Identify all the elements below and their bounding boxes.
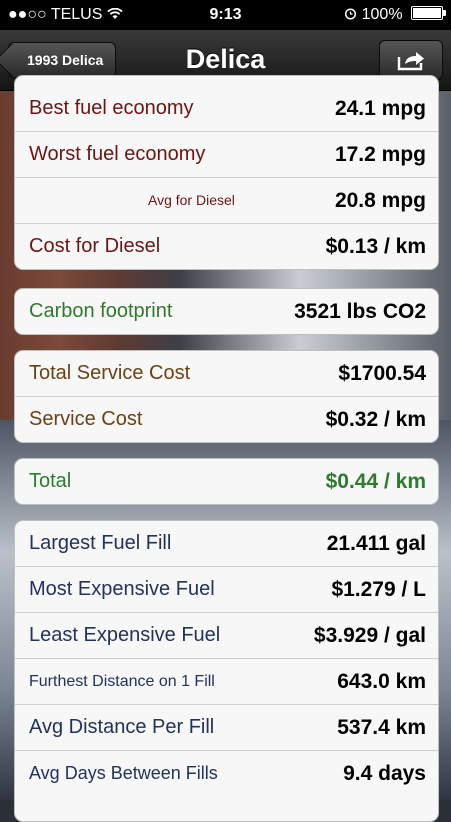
table-row[interactable]: Carbon footprint 3521 lbs CO2 <box>15 289 438 334</box>
row-label: Cost for Diesel <box>29 235 161 257</box>
fill-stats-group: Largest Fuel Fill 21.411 gal Most Expens… <box>14 520 439 822</box>
table-row[interactable]: Cost for Diesel $0.13 / km <box>15 223 438 269</box>
row-label: Carbon footprint <box>29 300 173 322</box>
row-value: $1.279 / L <box>331 578 426 601</box>
row-value: 21.411 gal <box>326 532 426 555</box>
row-label: Total Service Cost <box>29 362 191 384</box>
table-row[interactable]: Total $0.44 / km <box>15 459 438 504</box>
row-label: Worst fuel economy <box>29 143 206 165</box>
row-value: 9.4 days <box>343 762 426 785</box>
table-row[interactable]: Service Cost $0.32 / km <box>15 396 438 442</box>
table-row[interactable]: Largest Fuel Fill 21.411 gal <box>15 521 438 566</box>
table-row[interactable]: Most Expensive Fuel $1.279 / L <box>15 566 438 612</box>
row-value: 643.0 km <box>337 670 426 693</box>
battery-percent: 100% <box>361 6 403 23</box>
row-value: 3521 lbs CO2 <box>294 300 426 323</box>
row-label: Most Expensive Fuel <box>29 578 215 600</box>
row-label: Service Cost <box>29 408 143 430</box>
alarm-icon <box>344 6 361 23</box>
carbon-group: Carbon footprint 3521 lbs CO2 <box>14 288 439 335</box>
table-row[interactable]: Avg Distance Per Fill 537.4 km <box>15 704 438 750</box>
row-label: Total <box>29 470 72 492</box>
total-group: Total $0.44 / km <box>14 458 439 505</box>
row-label: Furthest Distance on 1 Fill <box>29 673 215 690</box>
row-label: Best fuel economy <box>29 97 194 119</box>
row-value: 17.2 mpg <box>334 143 426 166</box>
table-row[interactable]: Avg Days Between Fills 9.4 days <box>15 750 438 796</box>
row-label: Least Expensive Fuel <box>29 624 221 646</box>
row-value: $0.13 / km <box>325 235 426 258</box>
row-value: $1700.54 <box>338 362 426 385</box>
row-label: Avg Days Between Fills <box>29 763 218 783</box>
share-icon <box>397 52 424 71</box>
row-label: Avg for Diesel <box>148 192 235 208</box>
table-row[interactable]: Best fuel economy 24.1 mpg <box>15 76 438 131</box>
battery-area: 100% <box>344 6 446 24</box>
share-button[interactable] <box>379 40 443 80</box>
battery-icon <box>411 6 446 20</box>
row-label: Avg Distance Per Fill <box>29 716 215 738</box>
service-cost-group: Total Service Cost $1700.54 Service Cost… <box>14 350 439 443</box>
row-label: Largest Fuel Fill <box>29 532 172 554</box>
row-value: 24.1 mpg <box>334 97 426 120</box>
fuel-economy-group: Best fuel economy 24.1 mpg Worst fuel ec… <box>14 75 439 270</box>
row-value: $3.929 / gal <box>313 624 426 647</box>
table-row[interactable]: Worst fuel economy 17.2 mpg <box>15 131 438 177</box>
table-row[interactable]: Total Service Cost $1700.54 <box>15 351 438 396</box>
row-value: $0.44 / km <box>325 470 426 493</box>
row-value: 537.4 km <box>337 716 426 739</box>
status-bar: ●●○○ TELUS 9:13 100% <box>0 0 451 30</box>
table-row[interactable]: Least Expensive Fuel $3.929 / gal <box>15 612 438 658</box>
table-row[interactable]: Avg for Diesel 20.8 mpg <box>15 177 438 223</box>
row-value: 20.8 mpg <box>334 189 426 212</box>
row-value: $0.32 / km <box>325 408 426 431</box>
table-row[interactable]: Furthest Distance on 1 Fill 643.0 km <box>15 658 438 704</box>
